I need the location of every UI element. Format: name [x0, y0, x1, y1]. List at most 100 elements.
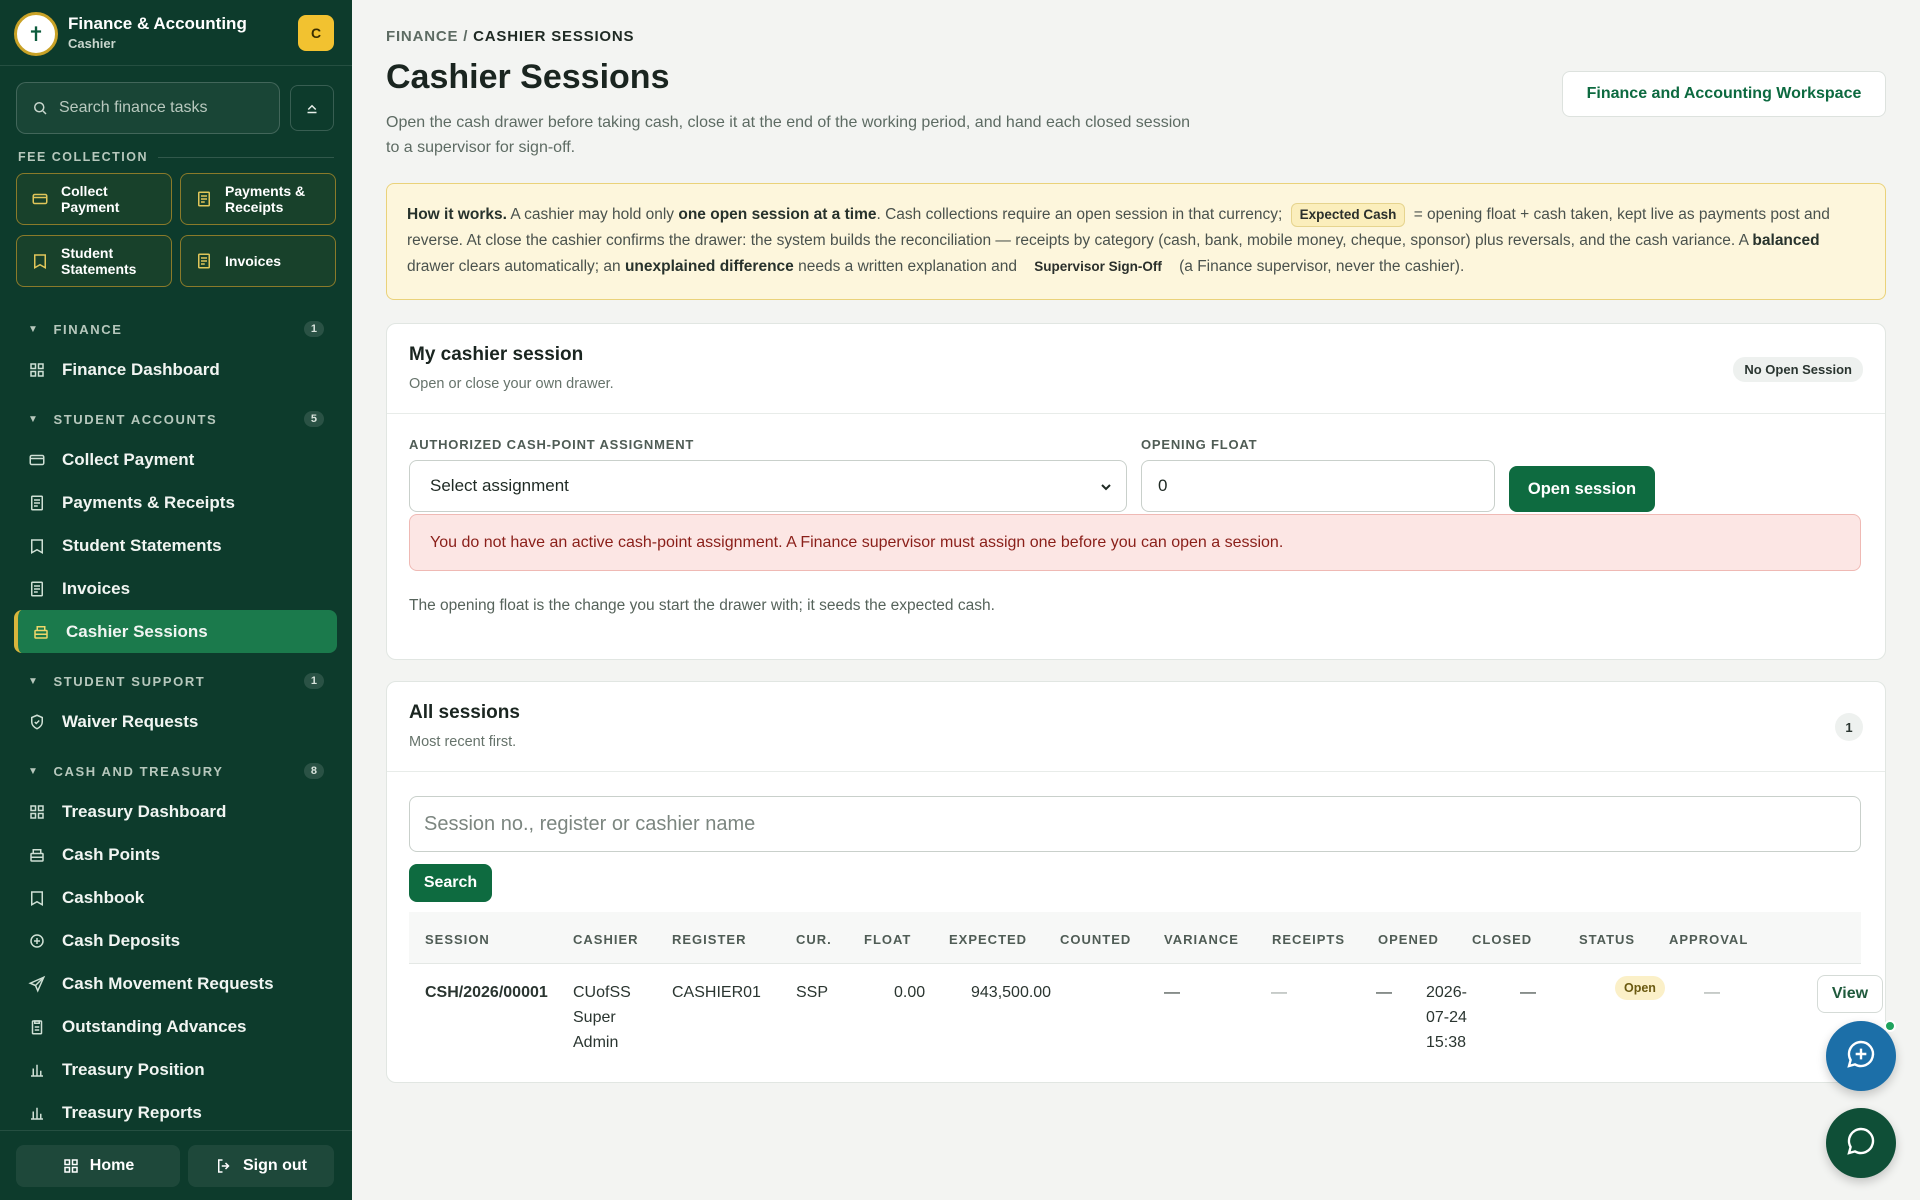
- sidebar-item-waiver-requests[interactable]: Waiver Requests: [0, 700, 338, 743]
- cell-variance: —: [1271, 984, 1287, 1001]
- session-search-input[interactable]: Session no., register or cashier name: [409, 796, 1861, 852]
- chat-button[interactable]: [1826, 1108, 1896, 1178]
- open-session-button[interactable]: Open session: [1509, 466, 1655, 512]
- section-student-accounts[interactable]: ▼ STUDENT ACCOUNTS 5: [0, 400, 352, 438]
- bar-chart-icon: [28, 1104, 46, 1122]
- receipt-icon: [28, 494, 46, 512]
- expected-cash-tag: Expected Cash: [1290, 203, 1406, 227]
- sidebar-item-treasury-dashboard[interactable]: Treasury Dashboard: [0, 790, 338, 833]
- sidebar-item-outstanding-advances[interactable]: Outstanding Advances: [0, 1005, 338, 1048]
- collapse-button[interactable]: [290, 85, 334, 131]
- sidebar-header: ✝ Finance & Accounting Cashier C: [0, 0, 352, 66]
- book-icon: [31, 252, 49, 270]
- clipboard-icon: [28, 1018, 46, 1036]
- quick-student-statements[interactable]: Student Statements: [16, 235, 172, 287]
- sidebar-item-invoices[interactable]: Invoices: [0, 567, 338, 610]
- breadcrumb-current: CASHIER SESSIONS: [473, 28, 635, 45]
- opening-float-input[interactable]: 0: [1141, 460, 1495, 512]
- card-subtitle: Open or close your own drawer.: [409, 376, 614, 392]
- section-count: 8: [303, 763, 324, 779]
- col-variance: VARIANCE: [1164, 932, 1239, 947]
- sidebar-item-cashier-sessions[interactable]: Cashier Sessions: [14, 610, 337, 653]
- view-session-button[interactable]: View: [1817, 975, 1883, 1013]
- opening-float-hint: The opening float is the change you star…: [409, 597, 995, 614]
- card-icon: [31, 190, 49, 208]
- all-sessions-card: All sessions Most recent first. 1 Sessio…: [386, 681, 1886, 1083]
- grid-icon: [28, 361, 46, 379]
- book-icon: [28, 537, 46, 555]
- sessions-count-badge: 1: [1835, 713, 1863, 741]
- grid-icon: [28, 803, 46, 821]
- sign-out-label: Sign out: [243, 1157, 307, 1174]
- sidebar-item-collect-payment[interactable]: Collect Payment: [0, 438, 338, 481]
- search-button[interactable]: Search: [409, 864, 492, 902]
- org-title: Finance & Accounting: [68, 14, 247, 33]
- quick-invoices[interactable]: Invoices: [180, 235, 336, 287]
- card-title: All sessions: [409, 702, 520, 723]
- supervisor-signoff-tag: Supervisor Sign-Off: [1034, 259, 1162, 274]
- chevron-down-icon: [1098, 479, 1114, 500]
- col-register: REGISTER: [672, 932, 747, 947]
- sidebar-item-cash-points[interactable]: Cash Points: [0, 833, 338, 876]
- opened-line: 15:38: [1426, 1034, 1467, 1051]
- sidebar-item-label: Cash Movement Requests: [62, 973, 274, 993]
- receipt-icon: [28, 580, 46, 598]
- cell-receipts: —: [1376, 984, 1392, 1001]
- sidebar-item-label: Collect Payment: [62, 449, 195, 469]
- breadcrumb-parent[interactable]: FINANCE: [386, 28, 458, 45]
- cell-session[interactable]: CSH/2026/00001: [425, 980, 548, 1005]
- quick-collect-payment[interactable]: Collect Payment: [16, 173, 172, 225]
- sidebar-item-label: Treasury Dashboard: [62, 801, 227, 821]
- col-approval: APPROVAL: [1669, 932, 1749, 947]
- info-text: needs a written explanation and: [793, 258, 1022, 275]
- quick-actions-label: FEE COLLECTION: [18, 150, 334, 164]
- shield-icon: [28, 713, 46, 731]
- quick-payments-receipts[interactable]: Payments & Receipts: [180, 173, 336, 225]
- cell-opened: 2026- 07-24 15:38: [1426, 980, 1467, 1055]
- sidebar-item-treasury-position[interactable]: Treasury Position: [0, 1048, 338, 1091]
- card-title: My cashier session: [409, 344, 584, 365]
- chevron-down-icon: ▼: [28, 323, 40, 335]
- sidebar-item-payments-receipts[interactable]: Payments & Receipts: [0, 481, 338, 524]
- sidebar-search-input[interactable]: [59, 99, 269, 117]
- cell-currency: SSP: [796, 984, 829, 1001]
- col-session: SESSION: [425, 932, 490, 947]
- sidebar-item-label: Cashier Sessions: [66, 621, 208, 641]
- sidebar-item-label: Waiver Requests: [62, 711, 199, 731]
- sidebar-item-cash-movement-requests[interactable]: Cash Movement Requests: [0, 962, 338, 1005]
- section-cash-treasury[interactable]: ▼ CASH AND TREASURY 8: [0, 752, 352, 790]
- online-indicator: [1884, 1020, 1896, 1032]
- sidebar-item-label: Payments & Receipts: [62, 492, 235, 512]
- sidebar-item-label: Invoices: [62, 578, 131, 598]
- section-student-support[interactable]: ▼ STUDENT SUPPORT 1: [0, 662, 352, 700]
- info-emphasis: balanced: [1752, 232, 1820, 249]
- university-logo: ✝: [14, 12, 58, 56]
- sidebar-item-finance-dashboard[interactable]: Finance Dashboard: [0, 348, 338, 391]
- sidebar: ✝ Finance & Accounting Cashier C FEE COL…: [0, 0, 352, 1200]
- info-text: A cashier may hold only: [506, 206, 679, 223]
- receipt-icon: [195, 252, 213, 270]
- sidebar-search[interactable]: [16, 82, 280, 134]
- chat-icon: [1845, 1125, 1877, 1162]
- info-text: (a Finance supervisor, never the cashier…: [1174, 258, 1465, 275]
- sidebar-item-cashbook[interactable]: Cashbook: [0, 876, 338, 919]
- assistant-button[interactable]: [1826, 1021, 1896, 1091]
- assignment-select[interactable]: Select assignment: [409, 460, 1127, 512]
- section-finance[interactable]: ▼ FINANCE 1: [0, 310, 352, 348]
- workspace-button[interactable]: Finance and Accounting Workspace: [1562, 71, 1886, 117]
- assignment-selected-value: Select assignment: [430, 476, 569, 495]
- section-count: 1: [303, 673, 324, 689]
- quick-label-text: Payments & Receipts: [225, 183, 306, 215]
- home-button[interactable]: Home: [16, 1145, 180, 1187]
- sidebar-footer: Home Sign out: [0, 1130, 352, 1200]
- cell-closed: —: [1520, 984, 1536, 1001]
- sidebar-item-treasury-reports[interactable]: Treasury Reports: [0, 1091, 338, 1134]
- avatar[interactable]: C: [298, 15, 334, 51]
- sidebar-item-label: Student Statements: [62, 535, 222, 555]
- sign-out-button[interactable]: Sign out: [188, 1145, 334, 1187]
- home-label: Home: [89, 1157, 135, 1174]
- grid-icon: [62, 1157, 80, 1175]
- sidebar-item-cash-deposits[interactable]: Cash Deposits: [0, 919, 338, 962]
- info-heading: How it works.: [407, 206, 507, 223]
- sidebar-item-student-statements[interactable]: Student Statements: [0, 524, 338, 567]
